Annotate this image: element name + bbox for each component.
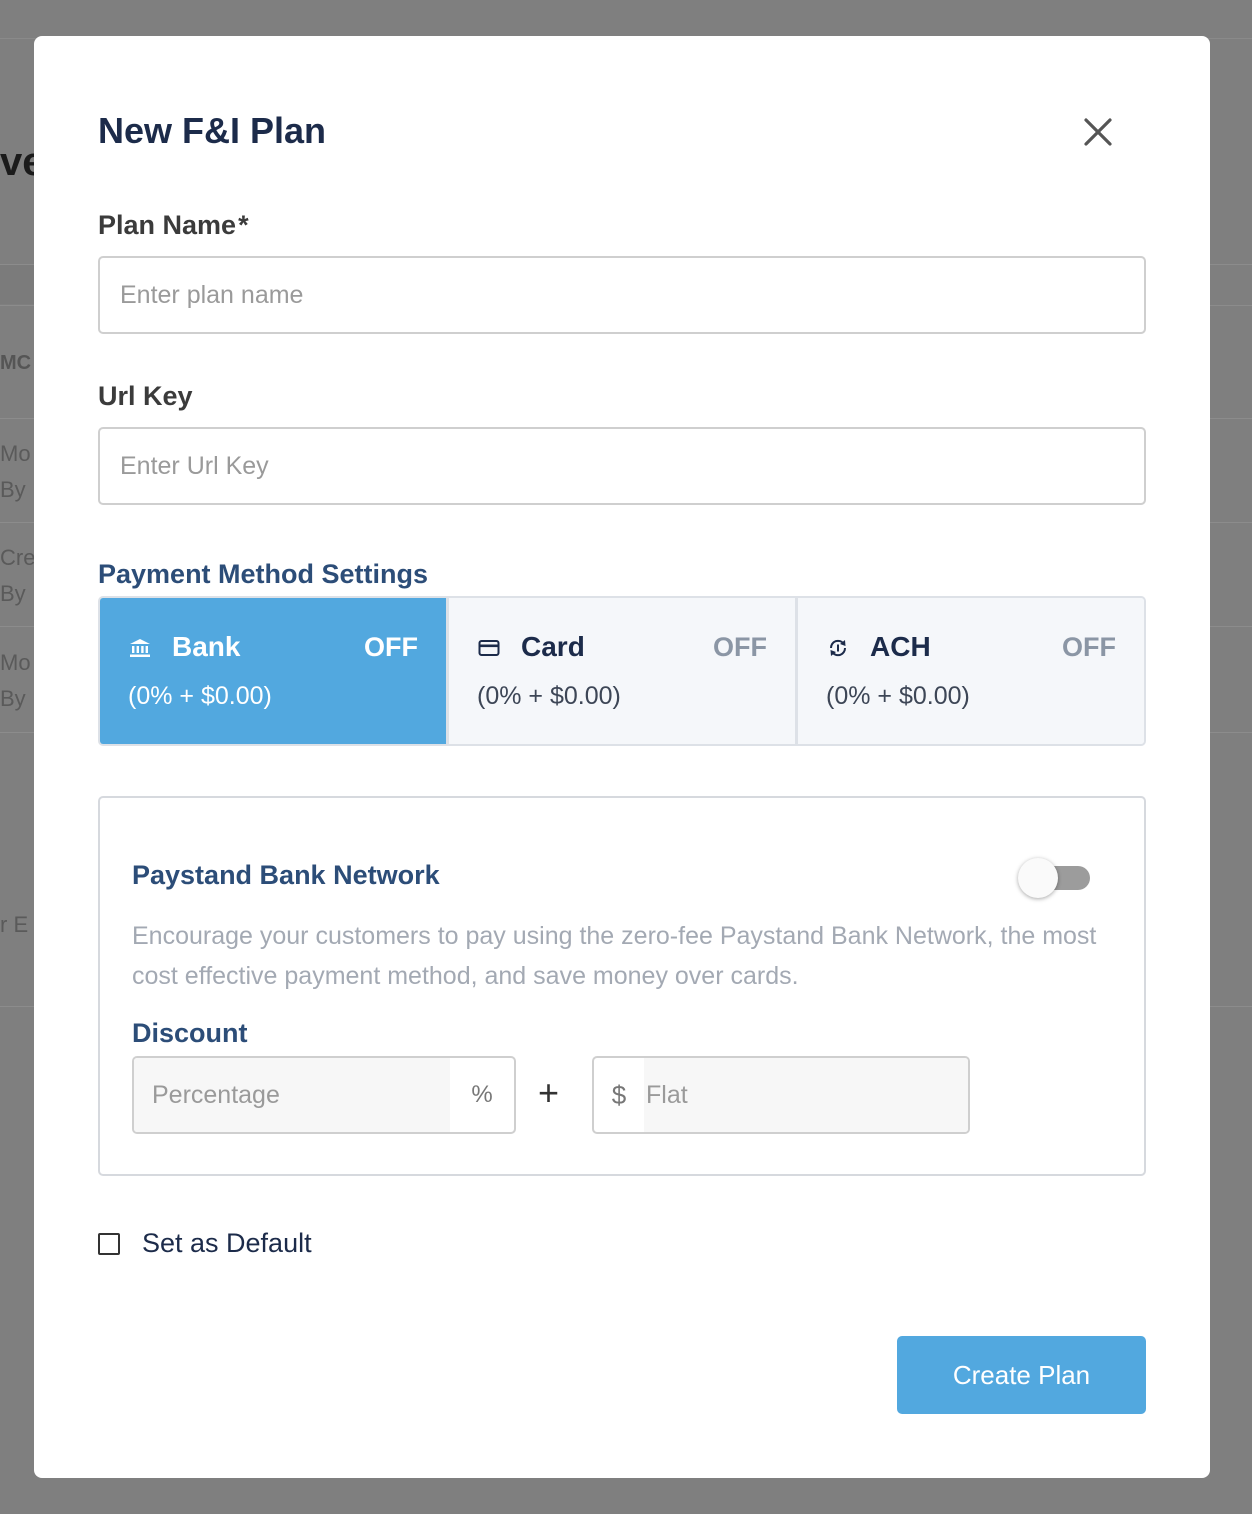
background-divider [1210, 1006, 1252, 1007]
payment-method-name: ACH [870, 631, 931, 662]
close-button[interactable] [1078, 112, 1118, 152]
background-row-text: Cre [0, 545, 36, 570]
discount-flat-input[interactable] [644, 1058, 968, 1132]
toggle-knob [1018, 858, 1058, 898]
background-divider [1210, 732, 1252, 733]
modal-title: New F&I Plan [98, 110, 327, 151]
background-column-header: MC [0, 352, 32, 374]
bank-network-description: Encourage your customers to pay using th… [132, 922, 1097, 990]
background-row-text: By [0, 581, 26, 606]
discount-percentage-input[interactable] [134, 1058, 450, 1132]
background-row-text: r E [0, 912, 29, 937]
new-plan-modal: New F&I Plan Plan Name* Url Key Payment … [34, 36, 1210, 1478]
payment-method-fee: (0% + $0.00) [477, 682, 621, 710]
payment-method-name: Card [521, 631, 585, 662]
plus-sign: + [538, 1072, 560, 1113]
plan-name-label-text: Plan Name [98, 210, 237, 240]
discount-percentage-group: % [132, 1056, 516, 1134]
create-plan-button[interactable]: Create Plan [897, 1336, 1146, 1414]
background-row-text: Mo [0, 650, 31, 675]
background-divider [1210, 264, 1252, 265]
credit-card-icon [478, 640, 500, 656]
set-default-checkbox[interactable] [98, 1232, 120, 1255]
background-divider [1210, 626, 1252, 627]
bank-network-toggle[interactable] [1016, 858, 1092, 898]
close-icon [1084, 118, 1112, 146]
discount-flat-group: $ [592, 1056, 970, 1134]
payment-method-fee: (0% + $0.00) [826, 682, 970, 710]
background-row-text: Mo [0, 441, 31, 466]
plan-name-input[interactable] [98, 256, 1146, 334]
background-divider [1210, 305, 1252, 306]
background-row-text: By [0, 686, 26, 711]
discount-label: Discount [132, 1018, 248, 1048]
url-key-label: Url Key [98, 381, 193, 411]
dollar-unit: $ [611, 1079, 627, 1110]
payment-method-card[interactable]: Card OFF (0% + $0.00) [446, 598, 795, 744]
set-default-row[interactable]: Set as Default [98, 1228, 312, 1259]
payment-method-heading: Payment Method Settings [98, 559, 429, 589]
background-row-text: By [0, 477, 26, 502]
url-key-input[interactable] [98, 427, 1146, 505]
percent-unit: % [471, 1081, 493, 1108]
background-divider [1210, 522, 1252, 523]
plan-name-label: Plan Name* [98, 210, 249, 241]
payment-method-bank[interactable]: Bank OFF (0% + $0.00) [100, 598, 446, 744]
payment-method-status: OFF [364, 632, 418, 662]
required-marker: * [238, 210, 249, 240]
payment-method-status: OFF [1062, 632, 1116, 662]
ach-transfer-icon [829, 639, 847, 657]
bank-network-panel: Paystand Bank Network Encourage your cus… [98, 796, 1146, 1176]
background-divider [1210, 418, 1252, 419]
payment-method-status: OFF [713, 632, 767, 662]
set-default-label: Set as Default [142, 1228, 312, 1258]
payment-method-ach[interactable]: ACH OFF (0% + $0.00) [795, 598, 1144, 744]
bank-network-title: Paystand Bank Network [132, 860, 440, 890]
payment-method-fee: (0% + $0.00) [128, 682, 272, 710]
payment-method-name: Bank [172, 631, 241, 662]
payment-method-tabs: Bank OFF (0% + $0.00) Card OFF (0% + $0.… [98, 596, 1146, 746]
bank-icon [130, 639, 150, 657]
